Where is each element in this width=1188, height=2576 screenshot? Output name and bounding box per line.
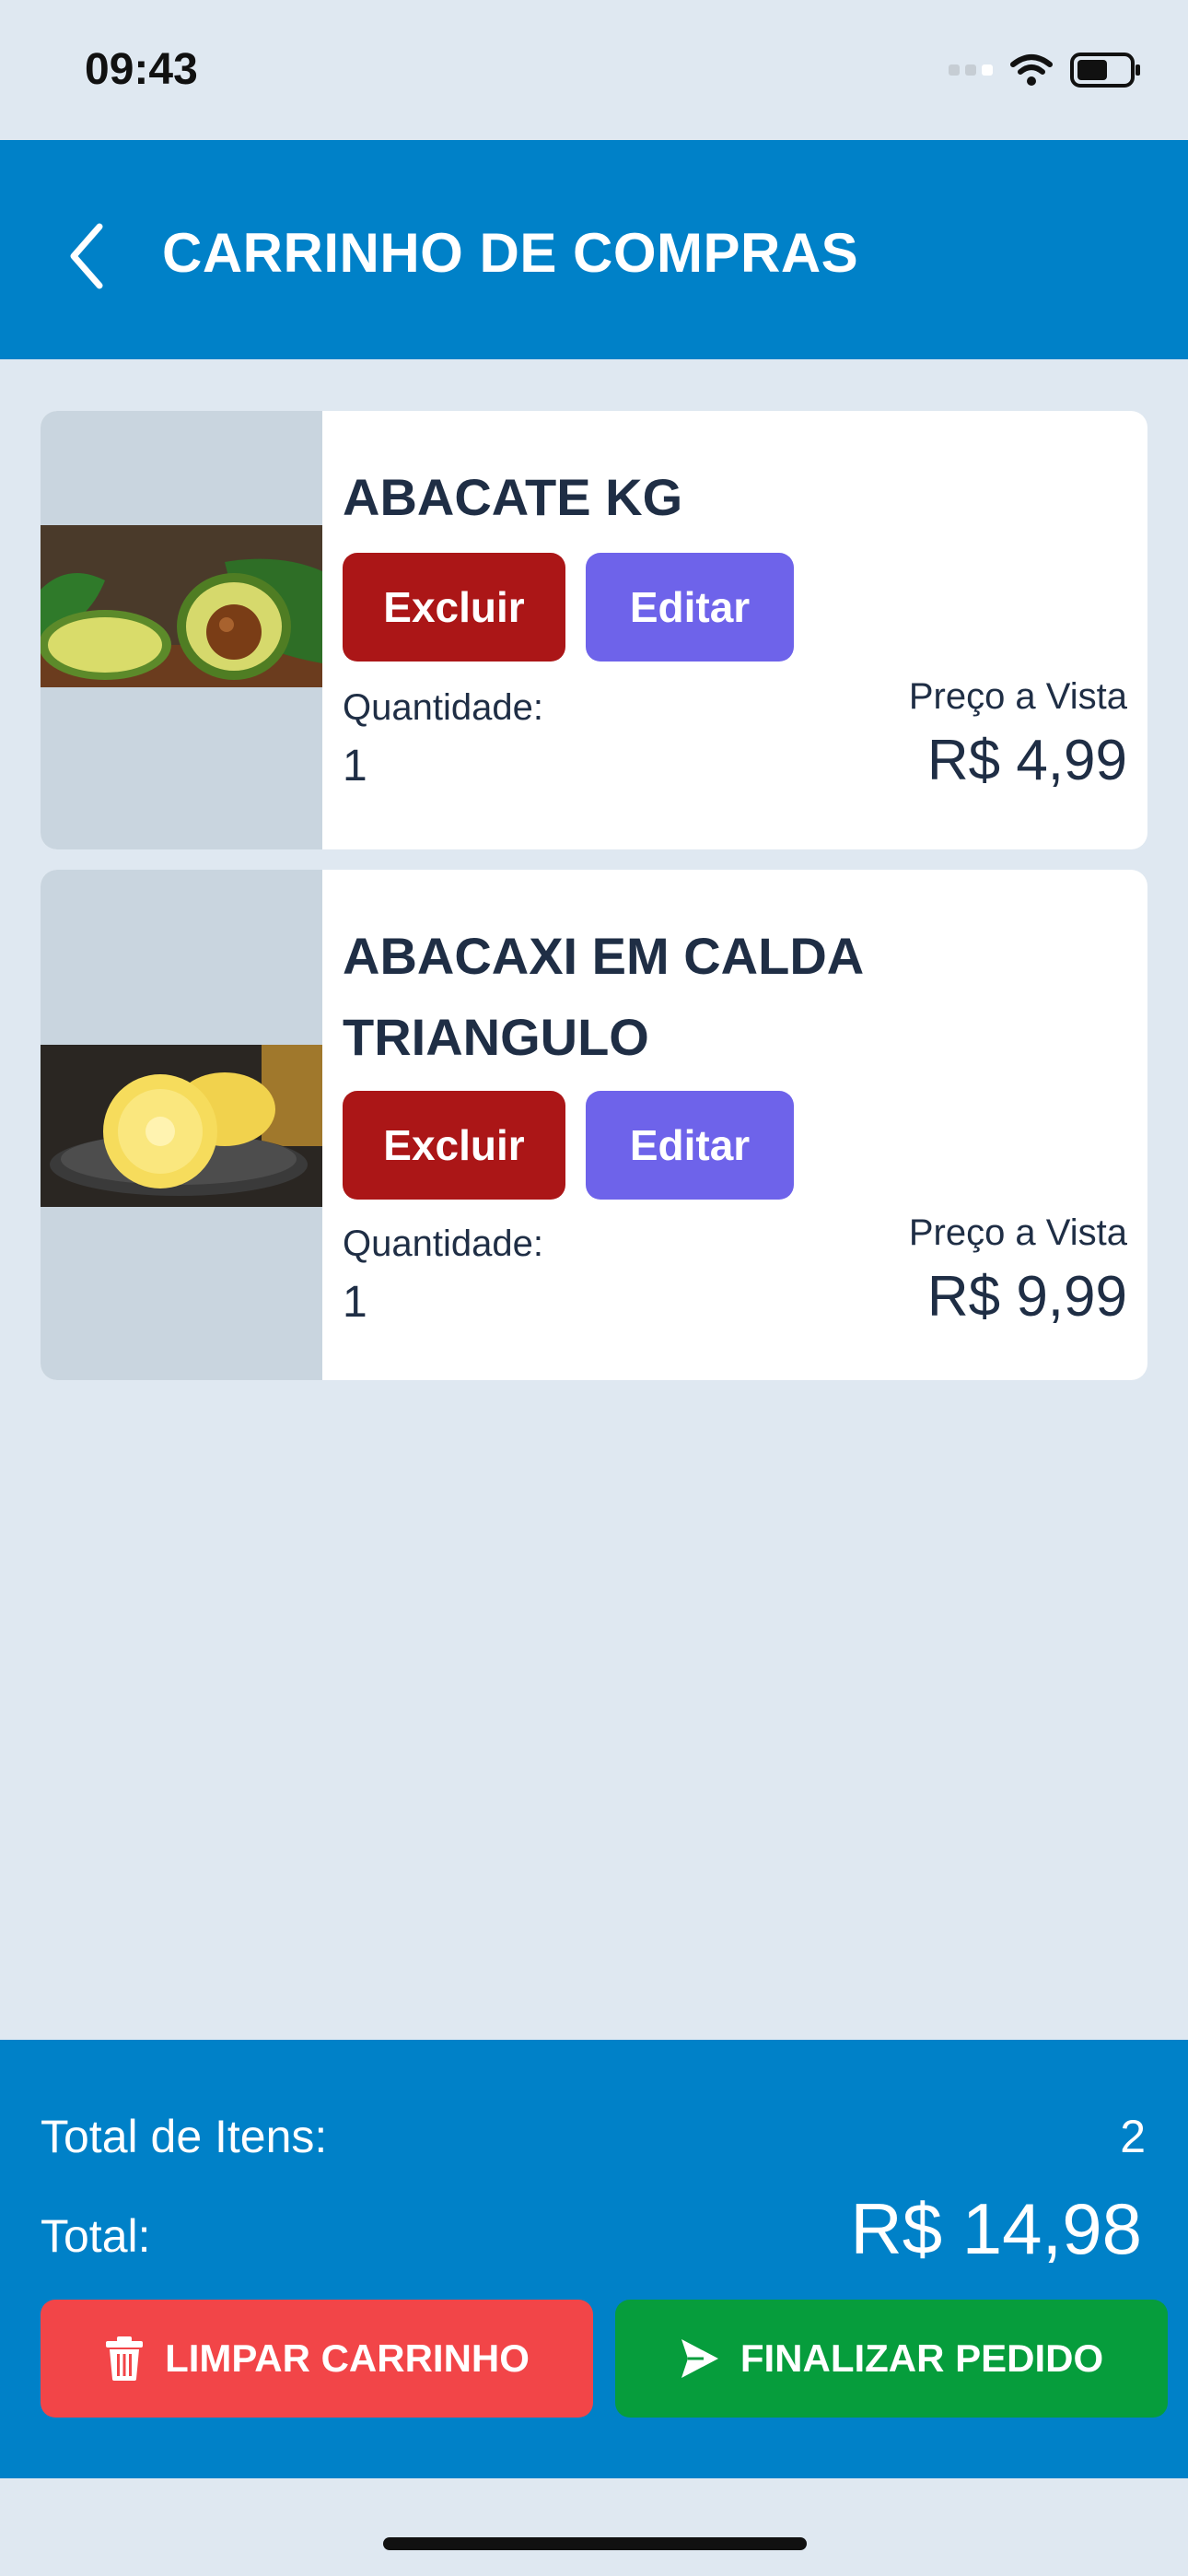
- edit-button[interactable]: Editar: [586, 1091, 794, 1200]
- delete-button[interactable]: Excluir: [343, 553, 565, 662]
- page-title: CARRINHO DE COMPRAS: [162, 222, 859, 284]
- finish-order-label: FINALIZAR PEDIDO: [740, 2336, 1104, 2380]
- product-image-pineapple: [41, 1045, 322, 1207]
- clear-cart-label: LIMPAR CARRINHO: [165, 2336, 530, 2380]
- status-icons: [949, 52, 1142, 88]
- chevron-left-icon[interactable]: [64, 219, 111, 293]
- status-time: 09:43: [85, 45, 198, 94]
- product-image-column: [41, 870, 322, 1380]
- total-label: Total:: [41, 2210, 151, 2262]
- edit-button[interactable]: Editar: [586, 553, 794, 662]
- clear-cart-button[interactable]: LIMPAR CARRINHO: [41, 2300, 593, 2418]
- quantity-label: Quantidade:: [343, 687, 543, 728]
- cart-summary: Total de Itens: 2 Total: R$ 14,98 LIMPAR…: [0, 2040, 1188, 2478]
- price-label: Preço a Vista: [908, 676, 1127, 717]
- total-value: R$ 14,98: [850, 2188, 1142, 2269]
- cart-item: ABACAXI EM CALDA TRIANGULO Excluir Edita…: [41, 870, 1147, 1380]
- total-items-value: 2: [1120, 2111, 1146, 2162]
- finish-order-button[interactable]: FINALIZAR PEDIDO: [615, 2300, 1168, 2418]
- quantity-value: 1: [343, 1278, 367, 1327]
- battery-icon: [1070, 53, 1140, 88]
- product-image-avocado: [41, 525, 322, 687]
- quantity-value: 1: [343, 742, 367, 790]
- price-label: Preço a Vista: [908, 1212, 1127, 1253]
- home-indicator[interactable]: [383, 2537, 807, 2550]
- quantity-label: Quantidade:: [343, 1224, 543, 1264]
- price-value: R$ 9,99: [926, 1265, 1127, 1329]
- home-indicator-area: [0, 2478, 1188, 2576]
- cart-item: ABACATE KG Excluir Editar Quantidade: 1 …: [41, 411, 1147, 849]
- cellular-signal-icon: [949, 64, 993, 76]
- product-image-column: [41, 411, 322, 849]
- trash-icon: [106, 2336, 144, 2381]
- delete-button[interactable]: Excluir: [343, 1091, 565, 1200]
- wifi-icon: [1010, 54, 1053, 86]
- price-value: R$ 4,99: [926, 729, 1127, 792]
- total-items-label: Total de Itens:: [41, 2111, 328, 2162]
- app-header: CARRINHO DE COMPRAS: [0, 140, 1188, 359]
- status-bar: 09:43: [0, 0, 1188, 140]
- product-name: ABACAXI EM CALDA TRIANGULO: [343, 927, 863, 1066]
- product-name: ABACATE KG: [343, 468, 683, 526]
- send-icon: [681, 2339, 718, 2378]
